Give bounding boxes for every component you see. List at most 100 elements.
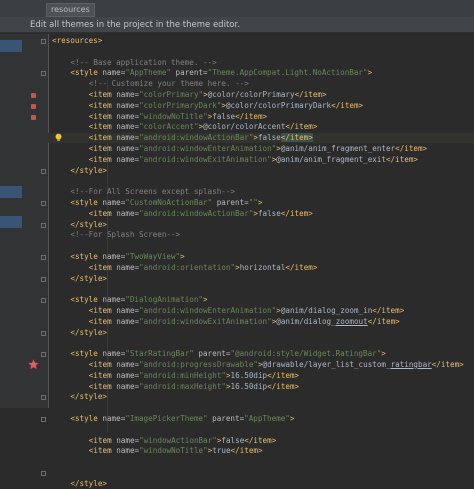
error-marker-icon[interactable] (31, 93, 36, 98)
fold-toggle-icon[interactable] (41, 330, 46, 336)
code-token: false (257, 208, 281, 218)
fold-toggle-icon[interactable] (41, 255, 46, 260)
code-line[interactable] (48, 241, 474, 251)
code-token: "android:windowEnterAnimation" (139, 144, 277, 153)
code-token: name= (116, 100, 140, 110)
code-token: </style> (70, 165, 107, 175)
code-line[interactable]: <item name="colorPrimary">@color/colorPr… (48, 90, 474, 100)
code-token: <item (88, 208, 117, 218)
code-line[interactable]: <!-- Customize your theme here. --> (48, 79, 474, 89)
code-line[interactable]: <!-- Base application theme. --> (48, 58, 474, 68)
fold-toggle-icon[interactable] (41, 276, 46, 282)
code-line[interactable]: <item name="android:windowExitAnimation"… (48, 155, 474, 165)
favorite-star-icon[interactable] (28, 359, 39, 370)
code-line[interactable]: </style> (48, 328, 474, 338)
code-token: </item> (395, 144, 428, 153)
code-token: "android:windowActionBar" (139, 133, 254, 143)
tab-resources[interactable]: resources (46, 3, 95, 17)
code-token: <!--For Splash Screen--> (70, 230, 181, 240)
code-line[interactable]: </style> (48, 166, 474, 176)
code-token: </item> (285, 122, 318, 132)
code-token: name= (102, 198, 126, 207)
code-token: "AppTheme" (244, 414, 290, 423)
code-line[interactable]: <style name="DialogAnimation"> (48, 295, 474, 305)
fold-toggle-icon[interactable] (41, 417, 46, 422)
code-token: "CustomNoActionBar" (125, 198, 213, 207)
code-line[interactable]: <item name="android:windowActionBar">fal… (48, 133, 474, 144)
code-line[interactable]: </style> (48, 274, 474, 284)
code-line[interactable]: </style> (48, 392, 474, 402)
fold-toggle-icon[interactable] (41, 168, 46, 174)
code-line[interactable]: <style name="ImagePickerTheme" parent="A… (48, 414, 474, 424)
editor-tab-bar: resources (0, 0, 474, 18)
code-token: name= (116, 111, 140, 121)
code-line[interactable]: <item name="android:windowEnterAnimation… (48, 144, 474, 154)
code-line[interactable]: <item name="colorAccent">@color/colorAcc… (48, 122, 474, 132)
fold-toggle-icon[interactable] (41, 222, 46, 228)
theme-editor-banner[interactable]: Edit all themes in the project in the th… (0, 17, 474, 33)
code-line[interactable]: <item name="windowActionBar">false</item… (48, 436, 474, 446)
editor-gutter[interactable] (22, 34, 49, 476)
code-line[interactable]: <style name="TwoWayView"> (48, 252, 474, 262)
code-token: "android:windowExitAnimation" (139, 154, 272, 164)
fold-toggle-icon[interactable] (41, 471, 46, 476)
code-line[interactable]: <item name="windowNoTitle">true</item> (48, 446, 474, 456)
code-line[interactable]: </style> (48, 479, 474, 489)
code-token: name= (116, 122, 140, 132)
code-line[interactable] (48, 176, 474, 186)
fold-toggle-icon[interactable] (41, 71, 46, 77)
code-line[interactable]: <item name="android:minHeight">16.50dip<… (48, 371, 474, 381)
code-token: <item (88, 316, 117, 326)
code-editor[interactable]: <resources> <!-- Base application theme. … (48, 34, 474, 488)
code-line[interactable]: <style name="CustomNoActionBar" parent="… (48, 198, 474, 208)
code-line[interactable]: <item name="colorPrimaryDark">@color/col… (48, 101, 474, 111)
error-marker-icon[interactable] (31, 103, 36, 109)
code-token: </item> (267, 370, 300, 380)
code-line[interactable]: <!--For Splash Screen--> (48, 230, 474, 240)
code-line[interactable] (48, 47, 474, 57)
project-panel-strip (0, 34, 23, 408)
code-line[interactable]: <!--For All Screens except splash--> (48, 187, 474, 197)
code-token: "android:windowActionBar" (139, 208, 254, 218)
code-line[interactable]: </style> (48, 220, 474, 230)
code-token: @drawable/layer_list_custom_ (262, 360, 391, 369)
error-marker-icon[interactable] (31, 114, 36, 120)
code-token: <item (88, 111, 117, 121)
fold-toggle-icon[interactable] (41, 395, 46, 401)
code-token: "DialogAnimation" (125, 295, 203, 305)
code-line[interactable]: <item name="android:progressDrawable">@d… (48, 360, 474, 370)
code-token: false (212, 111, 236, 121)
code-line[interactable] (48, 425, 474, 435)
code-token: <resources> (52, 36, 103, 45)
code-line[interactable]: <item name="android:windowEnterAnimation… (48, 306, 474, 316)
code-line[interactable]: <resources> (48, 36, 474, 46)
code-line[interactable]: <item name="android:windowActionBar">fal… (48, 209, 474, 219)
code-token: > (367, 68, 373, 78)
code-line[interactable] (48, 338, 474, 348)
fold-toggle-icon[interactable] (41, 352, 46, 358)
code-token: <style (70, 252, 103, 261)
code-token: <!-- Base application theme. --> (70, 57, 217, 67)
code-line[interactable]: <item name="android:orientation">horizon… (48, 263, 474, 273)
code-line[interactable]: <item name="android:maxHeight">16.50dip<… (48, 382, 474, 392)
code-line[interactable]: <item name="windowNoTitle">false</item> (48, 112, 474, 122)
fold-toggle-icon[interactable] (41, 298, 46, 304)
code-line[interactable] (48, 403, 474, 413)
code-token: horizontal (239, 262, 286, 272)
code-token: </item> (280, 133, 313, 143)
code-token: name= (116, 262, 140, 272)
code-token: <item (88, 360, 117, 369)
code-token: </style> (70, 478, 107, 488)
code-line[interactable]: <item name="android:windowExitAnimation"… (48, 317, 474, 327)
code-line[interactable] (48, 468, 474, 478)
code-token: <item (88, 435, 117, 445)
code-line[interactable] (48, 457, 474, 467)
code-token: "android:progressDrawable" (139, 360, 258, 369)
fold-toggle-icon[interactable] (41, 201, 46, 206)
code-line[interactable]: <style name="StarRatingBar" parent="@and… (48, 349, 474, 359)
code-token: name= (116, 144, 140, 153)
code-line[interactable]: <style name="AppTheme" parent="Theme.App… (48, 68, 474, 78)
code-line[interactable] (48, 284, 474, 294)
lightbulb-icon[interactable] (55, 133, 62, 142)
fold-toggle-icon[interactable] (41, 39, 46, 44)
